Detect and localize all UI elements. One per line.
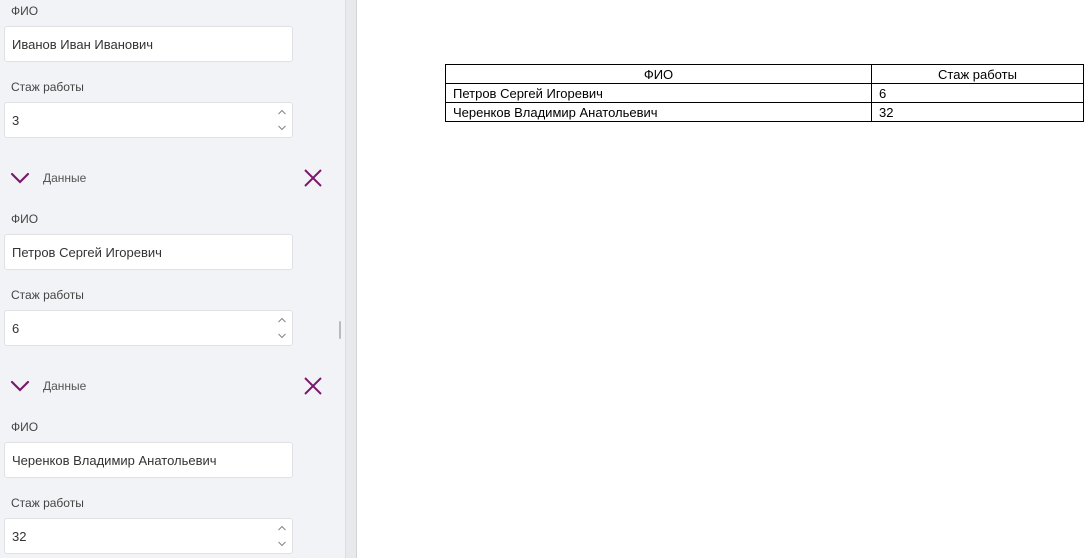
experience-field[interactable]: 32 <box>4 518 293 554</box>
number-stepper[interactable] <box>276 315 288 341</box>
table-cell-name: Черенков Владимир Анатольевич <box>445 102 872 122</box>
name-field-value: Иванов Иван Иванович <box>12 37 154 52</box>
experience-field[interactable]: 3 <box>4 102 293 138</box>
chevron-down-icon[interactable] <box>10 171 30 185</box>
scrollbar-thumb[interactable] <box>339 321 341 339</box>
close-icon[interactable] <box>303 168 323 188</box>
table-cell-experience: 6 <box>871 83 1084 103</box>
section-title: Данные <box>43 171 87 185</box>
number-stepper[interactable] <box>276 107 288 133</box>
table-header-row: ФИО Стаж работы <box>445 64 1084 84</box>
table-row: Черенков Владимир Анатольевич 32 <box>445 102 1084 122</box>
chevron-down-icon[interactable] <box>10 379 30 393</box>
table-cell-experience: 32 <box>871 102 1084 122</box>
section-title: Данные <box>43 379 87 393</box>
section-header-data[interactable]: Данные <box>0 163 345 193</box>
experience-field[interactable]: 6 <box>4 310 293 346</box>
name-field[interactable]: Петров Сергей Игоревич <box>4 234 293 270</box>
preview-panel: ФИО Стаж работы Петров Сергей Игоревич 6… <box>357 0 1091 558</box>
experience-label: Стаж работы <box>11 496 84 510</box>
experience-label: Стаж работы <box>11 288 84 302</box>
name-label: ФИО <box>11 212 39 226</box>
close-icon[interactable] <box>303 376 323 396</box>
column-header-experience: Стаж работы <box>871 64 1084 84</box>
table-cell-name: Петров Сергей Игоревич <box>445 83 872 103</box>
panel-splitter[interactable] <box>345 0 357 558</box>
name-field-value: Черенков Владимир Анатольевич <box>12 453 217 468</box>
experience-label: Стаж работы <box>11 80 84 94</box>
experience-field-value: 3 <box>12 113 20 128</box>
preview-table: ФИО Стаж работы Петров Сергей Игоревич 6… <box>445 64 1084 122</box>
name-field[interactable]: Черенков Владимир Анатольевич <box>4 442 293 478</box>
section-header-data[interactable]: Данные <box>0 371 345 401</box>
table-row: Петров Сергей Игоревич 6 <box>445 83 1084 103</box>
name-field-value: Петров Сергей Игоревич <box>12 245 162 260</box>
name-label: ФИО <box>11 4 39 18</box>
column-header-name: ФИО <box>445 64 872 84</box>
name-field[interactable]: Иванов Иван Иванович <box>4 26 293 62</box>
name-label: ФИО <box>11 420 39 434</box>
form-panel: ФИО Иванов Иван Иванович Стаж работы 3 Д… <box>0 0 345 558</box>
experience-field-value: 6 <box>12 321 20 336</box>
number-stepper[interactable] <box>276 523 288 549</box>
experience-field-value: 32 <box>12 529 27 544</box>
